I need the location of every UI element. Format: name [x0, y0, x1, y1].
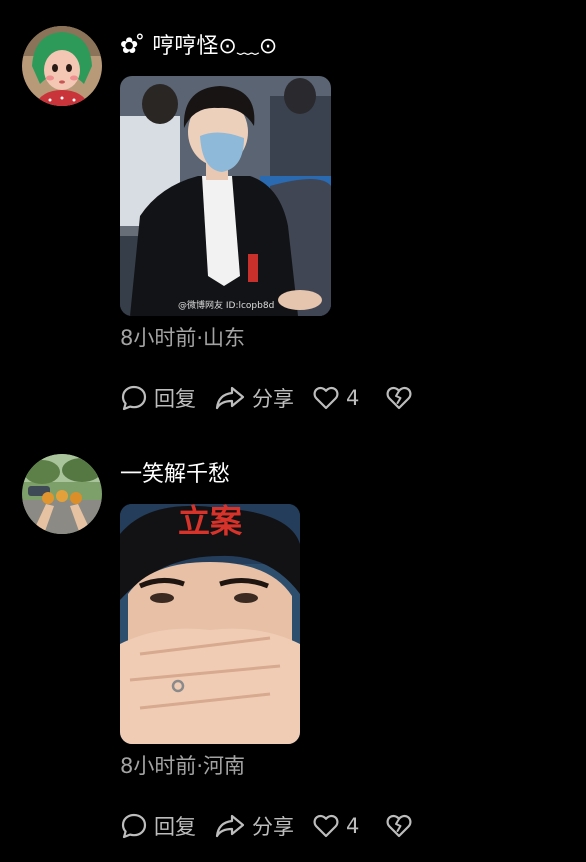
like-button[interactable]: 4 — [312, 384, 359, 412]
comment-actions: 回复 分享 4 — [120, 810, 431, 842]
broken-heart-icon — [386, 386, 412, 410]
share-label: 分享 — [252, 387, 294, 411]
avatar[interactable] — [22, 26, 102, 106]
like-count: 4 — [346, 814, 360, 838]
like-button[interactable]: 4 — [312, 812, 359, 840]
speech-bubble-icon — [121, 385, 147, 411]
heart-icon — [313, 386, 339, 410]
avatar-image — [22, 454, 102, 534]
share-label: 分享 — [252, 815, 294, 839]
dislike-button[interactable] — [385, 384, 413, 412]
like-count: 4 — [346, 386, 360, 410]
share-arrow-icon — [215, 814, 245, 838]
username[interactable]: ✿ ̊ 哼哼怪⊙﹏⊙ — [120, 32, 277, 62]
time-location: 8小时前·河南 — [120, 754, 246, 778]
avatar[interactable] — [22, 454, 102, 534]
photo-illustration: 立案 — [120, 504, 300, 744]
share-button[interactable]: 分享 — [214, 811, 294, 841]
reply-button[interactable]: 回复 — [120, 383, 196, 413]
speech-bubble-icon — [121, 813, 147, 839]
share-button[interactable]: 分享 — [214, 383, 294, 413]
avatar-image — [22, 26, 102, 106]
photo-overlay-text: 立案 — [178, 504, 243, 540]
heart-icon — [313, 814, 339, 838]
username[interactable]: 一笑解千愁 — [120, 460, 230, 490]
share-arrow-icon — [215, 386, 245, 410]
comment-image[interactable]: 立案 — [120, 504, 300, 744]
photo-watermark: @微博网友 ID:lcopb8d — [178, 299, 274, 311]
broken-heart-icon — [386, 814, 412, 838]
dislike-button[interactable] — [385, 812, 413, 840]
comment-actions: 回复 分享 4 — [120, 382, 431, 414]
comment-image[interactable]: @微博网友 ID:lcopb8d — [120, 76, 331, 316]
reply-label: 回复 — [154, 387, 196, 411]
reply-button[interactable]: 回复 — [120, 811, 196, 841]
time-location: 8小时前·山东 — [120, 326, 246, 350]
photo-illustration: @微博网友 ID:lcopb8d — [120, 76, 331, 316]
reply-label: 回复 — [154, 815, 196, 839]
